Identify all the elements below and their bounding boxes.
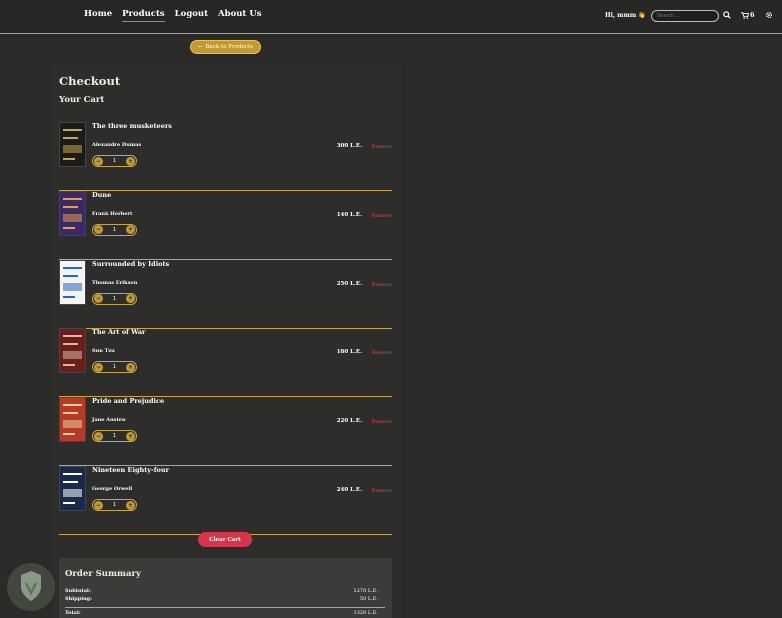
gear-icon[interactable] [765, 11, 773, 19]
book-price: 240 L.E. [336, 487, 362, 493]
book-author: Thomas Erikson [92, 279, 138, 286]
clear-cart-button[interactable]: Clear Cart [198, 532, 252, 547]
book-author: Frank Herbert [92, 210, 133, 217]
cart-item: Dune Frank Herbert − 1 + 140 L.E. Remove [59, 190, 392, 260]
book-price: 220 L.E. [336, 418, 362, 425]
quantity-value: 1 [112, 502, 117, 508]
nav-products-link[interactable]: Products [122, 9, 165, 22]
quantity-value: 1 [112, 364, 117, 371]
decrease-quantity-button[interactable]: − [94, 225, 103, 235]
book-author: Alexandre Dumas [92, 142, 142, 148]
remove-item-button[interactable]: Remove [372, 419, 392, 425]
cart-item: The Art of War Sun Tzu − 1 + 180 L.E. Re… [59, 328, 392, 398]
quantity-stepper: − 1 + [92, 499, 137, 511]
cart-title: Your Cart [59, 95, 105, 105]
quantity-stepper: − 1 + [92, 292, 137, 305]
subtotal-label: Subtotal: [65, 588, 91, 594]
cart-item: Pride and Prejudice Jane Austen − 1 + 22… [59, 397, 392, 467]
book-cover-image [59, 328, 86, 374]
navbar: Home Products Logout About Us Hi, mmm 👋 … [0, 0, 782, 34]
quantity-stepper: − 1 + [92, 430, 137, 443]
increase-quantity-button[interactable]: + [126, 294, 135, 304]
remove-item-button[interactable]: Remove [372, 488, 392, 494]
remove-item-button[interactable]: Remove [372, 282, 392, 288]
book-price: 250 L.E. [336, 280, 362, 287]
remove-item-button[interactable]: Remove [372, 144, 392, 150]
remove-item-button[interactable]: Remove [372, 350, 392, 356]
summary-divider [65, 607, 385, 608]
shipping-label: Shipping: [65, 596, 93, 602]
book-price: 300 L.E. [336, 143, 362, 149]
increase-quantity-button[interactable]: + [126, 362, 135, 372]
increase-quantity-button[interactable]: + [126, 225, 135, 235]
nav-home-link[interactable]: Home [84, 9, 112, 22]
book-price: 140 L.E. [336, 211, 362, 218]
shipping-row: Shipping: 50 L.E. [65, 596, 385, 602]
shield-watermark-icon [7, 563, 55, 611]
book-cover-image [59, 190, 86, 236]
total-value: 1320 L.E. [353, 610, 378, 616]
book-cover-image [59, 397, 86, 443]
back-button-label: Back to Products [205, 44, 254, 50]
nav-logout-link[interactable]: Logout [175, 9, 208, 22]
decrease-quantity-button[interactable]: − [94, 431, 103, 441]
book-title: The three musketeers [92, 122, 172, 130]
cart-item: Nineteen Eighty-four George Orwell − 1 +… [59, 466, 392, 535]
nav-about-link[interactable]: About Us [218, 9, 261, 22]
book-title: Pride and Prejudice [92, 397, 165, 406]
decrease-quantity-button[interactable]: − [94, 294, 103, 304]
nav-links: Home Products Logout About Us [84, 9, 262, 22]
quantity-value: 1 [112, 295, 117, 302]
subtotal-row: Subtotal: 1270 L.E. [65, 588, 385, 594]
book-title: The Art of War [92, 328, 146, 337]
total-label: Total: [65, 610, 81, 616]
subtotal-value: 1270 L.E. [353, 588, 378, 594]
search-icon[interactable] [723, 11, 731, 19]
book-title: Dune [92, 190, 112, 199]
search-input[interactable] [651, 10, 719, 22]
cart-item: Surrounded by Idiots Thomas Erikson − 1 … [59, 259, 392, 329]
book-author: Jane Austen [92, 417, 126, 424]
quantity-stepper: − 1 + [92, 155, 137, 167]
increase-quantity-button[interactable]: + [126, 156, 135, 166]
cart-count: 6 [750, 11, 755, 19]
increase-quantity-button[interactable]: + [126, 431, 135, 441]
book-cover-image [59, 259, 86, 305]
quantity-stepper: − 1 + [92, 361, 137, 374]
cart-link[interactable]: 6 [741, 11, 755, 19]
book-price: 180 L.E. [336, 349, 362, 356]
book-author: George Orwell [92, 486, 133, 492]
decrease-quantity-button[interactable]: − [94, 362, 103, 372]
book-cover-image [59, 466, 86, 511]
book-title: Nineteen Eighty-four [92, 466, 169, 474]
book-title: Surrounded by Idiots [92, 259, 170, 268]
user-greeting: Hi, mmm 👋 [605, 12, 646, 19]
decrease-quantity-button[interactable]: − [94, 500, 103, 510]
increase-quantity-button[interactable]: + [126, 500, 135, 510]
shipping-value: 50 L.E. [359, 596, 378, 602]
cart-icon [741, 11, 749, 19]
quantity-stepper: − 1 + [92, 223, 137, 236]
remove-item-button[interactable]: Remove [372, 213, 392, 219]
book-cover-image [59, 122, 86, 167]
cart-item: The three musketeers Alexandre Dumas − 1… [59, 122, 392, 191]
order-summary: Order Summary Subtotal: 1270 L.E. Shippi… [59, 558, 392, 618]
quantity-value: 1 [112, 158, 117, 164]
decrease-quantity-button[interactable]: − [94, 156, 103, 166]
summary-title: Order Summary [65, 569, 141, 579]
quantity-value: 1 [112, 226, 117, 233]
book-author: Sun Tzu [92, 348, 115, 355]
total-row: Total: 1320 L.E. [65, 610, 385, 616]
arrow-left-icon: ← [197, 44, 203, 50]
page-title: Checkout [59, 74, 121, 88]
back-to-products-button[interactable]: ← Back to Products [190, 40, 261, 54]
quantity-value: 1 [112, 433, 117, 440]
